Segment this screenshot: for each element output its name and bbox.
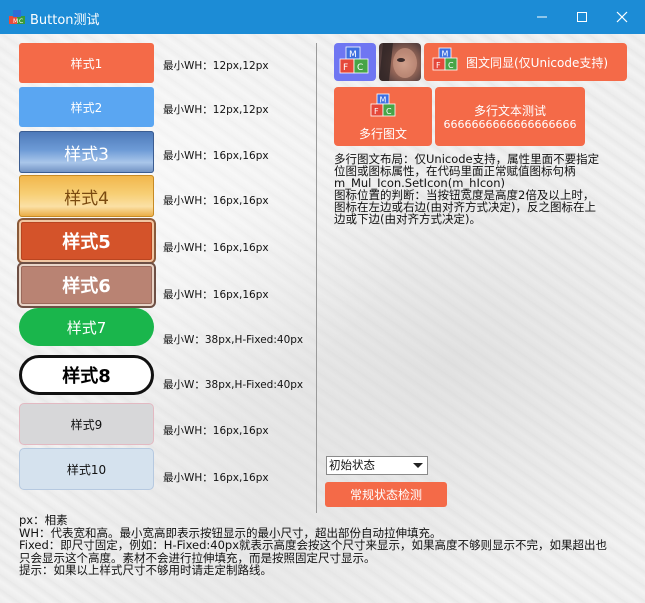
style4-button[interactable]: 样式4 [19, 175, 154, 217]
title-bar: M C Button测试 [0, 0, 645, 34]
style6-button[interactable]: 样式6 [19, 264, 154, 306]
svg-text:M: M [380, 96, 387, 105]
description-line: 边或下边(由对齐方式决定)。 [334, 212, 481, 226]
style5-min-size-label: 最小WH：16px,16px [163, 242, 269, 254]
multi-line-icon-button[interactable]: M F C 多行图文 [334, 87, 432, 146]
state-check-button[interactable]: 常规状态检测 [325, 482, 447, 507]
footer-line: Fixed：即尺寸固定，例如：H-Fixed:40px就表示高度会按这个尺寸来显… [19, 538, 608, 553]
style1-min-size-label: 最小WH：12px,12px [163, 60, 269, 72]
style4-min-size-label: 最小WH：16px,16px [163, 195, 269, 207]
style10-min-size-label: 最小WH：16px,16px [163, 472, 269, 484]
mfc-cube-icon: M F C [432, 47, 458, 71]
window-frame: M C Button测试 样式1 最小WH：12px,12px 样式2 最小WH… [0, 0, 645, 603]
svg-text:M: M [13, 18, 18, 25]
icon-text-coexist-button[interactable]: M F C 图文同显(仅Unicode支持) [424, 43, 627, 81]
svg-text:C: C [386, 107, 392, 116]
maximize-icon [577, 12, 587, 22]
style1-button[interactable]: 样式1 [19, 43, 154, 83]
image-button[interactable] [379, 43, 421, 81]
style7-min-size-label: 最小W：38px,H-Fixed:40px [163, 334, 304, 346]
svg-text:M: M [442, 50, 449, 59]
chevron-down-icon [413, 463, 423, 468]
icon-only-button[interactable]: M F C [334, 43, 376, 81]
svg-text:F: F [436, 61, 441, 70]
style3-min-size-label: 最小WH：16px,16px [163, 150, 269, 162]
mfc-cube-icon: M F C [370, 93, 396, 117]
style8-min-size-label: 最小W：38px,H-Fixed:40px [163, 379, 304, 391]
mfc-cube-icon: M C [9, 10, 25, 25]
column-divider [316, 43, 317, 513]
multi-line-text-button[interactable]: 多行文本测试 6666666666666666666 [435, 87, 585, 146]
state-select[interactable]: 初始状态 [326, 456, 428, 475]
footer-notes: px：相素 WH：代表宽和高。最小宽高即表示按钮显示的最小尺寸，超出部份自动拉伸… [19, 514, 639, 577]
minimize-icon [537, 16, 547, 18]
style2-button[interactable]: 样式2 [19, 87, 154, 127]
window-title: Button测试 [30, 13, 100, 28]
footer-line: px：相素 [19, 513, 68, 527]
svg-text:F: F [343, 63, 348, 73]
close-icon [616, 11, 628, 23]
state-select-value: 初始状态 [329, 458, 375, 472]
close-button[interactable] [602, 0, 642, 34]
style9-button[interactable]: 样式9 [19, 403, 154, 445]
multi-line-text-line1: 多行文本测试 [473, 104, 546, 118]
style6-min-size-label: 最小WH：16px,16px [163, 289, 269, 301]
style9-min-size-label: 最小WH：16px,16px [163, 425, 269, 437]
style10-button[interactable]: 样式10 [19, 448, 154, 490]
style2-min-size-label: 最小WH：12px,12px [163, 104, 269, 116]
style5-button[interactable]: 样式5 [19, 220, 154, 262]
svg-text:C: C [357, 63, 363, 73]
style7-button[interactable]: 样式7 [19, 308, 154, 346]
multi-line-icon-button-label: 多行图文 [358, 127, 407, 141]
maximize-button[interactable] [562, 0, 602, 34]
multi-line-text-line2: 6666666666666666666 [443, 118, 577, 131]
portrait-image-icon [379, 43, 417, 81]
coexist-button-label: 图文同显(仅Unicode支持) [466, 56, 609, 70]
minimize-button[interactable] [522, 0, 562, 34]
mfc-cube-icon: M F C [339, 46, 369, 74]
style8-button[interactable]: 样式8 [19, 355, 154, 395]
layout-description: 多行图文布局：仅Unicode支持，属性里面不要指定 位图或图标属性，在代码里面… [334, 153, 624, 225]
svg-text:C: C [448, 61, 454, 70]
footer-line: 提示：如果以上样式尺寸不够用时请走定制路线。 [19, 563, 272, 578]
style3-button[interactable]: 样式3 [19, 131, 154, 173]
svg-text:C: C [19, 18, 23, 25]
svg-text:F: F [374, 107, 379, 116]
svg-text:M: M [349, 50, 357, 60]
